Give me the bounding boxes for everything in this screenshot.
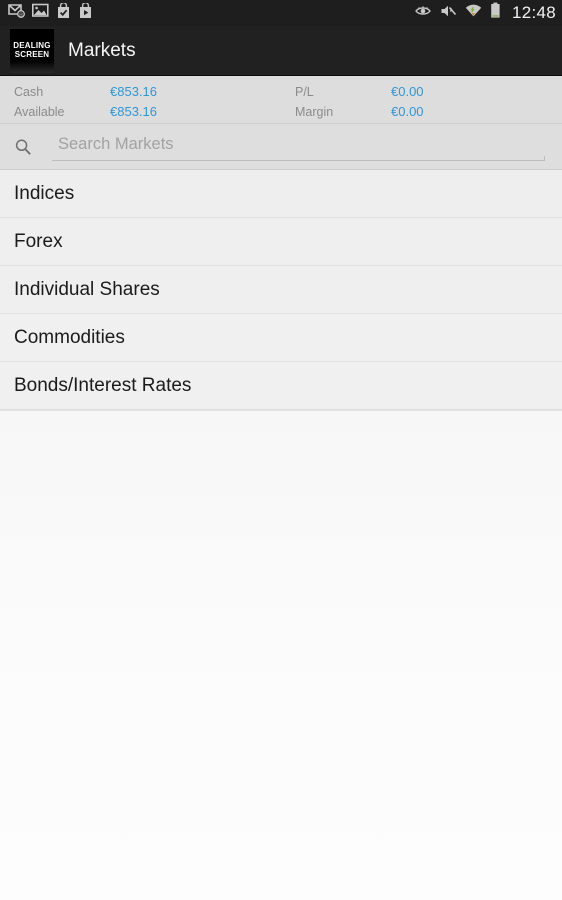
market-category-individual-shares[interactable]: Individual Shares [0, 266, 562, 314]
photo-icon [32, 3, 49, 23]
search-bar[interactable] [0, 124, 562, 170]
account-row-margin: Margin €0.00 [295, 102, 562, 122]
account-row-cash: Cash €853.16 [14, 82, 281, 102]
list-item-label: Forex [14, 230, 63, 252]
app-checked-icon [56, 1, 71, 24]
search-field[interactable] [52, 132, 545, 162]
market-category-commodities[interactable]: Commodities [0, 314, 562, 362]
app-logo-line2: SCREEN [14, 50, 50, 59]
search-input[interactable] [52, 135, 545, 158]
list-bottom-divider [0, 410, 562, 411]
account-label-cash: Cash [14, 84, 44, 99]
svg-text:@: @ [19, 12, 24, 18]
search-icon [14, 138, 32, 156]
account-value-margin: €0.00 [391, 104, 424, 119]
play-store-icon [78, 1, 93, 24]
market-category-indices[interactable]: Indices [0, 170, 562, 218]
action-bar: DEALING SCREEN Markets [0, 26, 562, 76]
account-label-pl: P/L [295, 84, 314, 99]
account-label-available: Available [14, 104, 65, 119]
market-category-forex[interactable]: Forex [0, 218, 562, 266]
search-underline [52, 155, 545, 161]
account-summary-left: Cash €853.16 Available €853.16 [0, 80, 281, 123]
status-bar-clock: 12:48 [511, 2, 556, 22]
account-summary-right: P/L €0.00 Margin €0.00 [281, 80, 562, 123]
market-category-bonds-interest-rates[interactable]: Bonds/Interest Rates [0, 362, 562, 410]
account-row-available: Available €853.16 [14, 102, 281, 122]
status-bar-system-icons: 12:48 [415, 2, 556, 24]
status-bar: @ 12:48 [0, 0, 562, 26]
email-icon: @ [8, 3, 25, 23]
app-logo[interactable]: DEALING SCREEN [10, 28, 54, 73]
account-value-cash: €853.16 [110, 84, 157, 99]
account-value-pl: €0.00 [391, 84, 424, 99]
app-root: @ 12:48 DEALING SCREEN Markets Cash €853… [0, 0, 562, 900]
account-summary-bar: Cash €853.16 Available €853.16 P/L €0.00… [0, 76, 562, 124]
markets-list: Indices Forex Individual Shares Commodit… [0, 170, 562, 411]
list-item-label: Bonds/Interest Rates [14, 374, 192, 396]
page-title: Markets [68, 39, 136, 61]
list-item-label: Individual Shares [14, 278, 160, 300]
list-item-label: Commodities [14, 326, 125, 348]
mute-icon [440, 4, 457, 23]
wifi-icon [465, 4, 482, 23]
status-bar-notifications: @ [8, 1, 93, 24]
app-logo-line1: DEALING [13, 41, 51, 50]
list-item-label: Indices [14, 182, 75, 204]
account-value-available: €853.16 [110, 104, 157, 119]
account-row-pl: P/L €0.00 [295, 82, 562, 102]
eye-icon [415, 4, 432, 22]
battery-icon [490, 2, 501, 24]
account-label-margin: Margin [295, 104, 334, 119]
